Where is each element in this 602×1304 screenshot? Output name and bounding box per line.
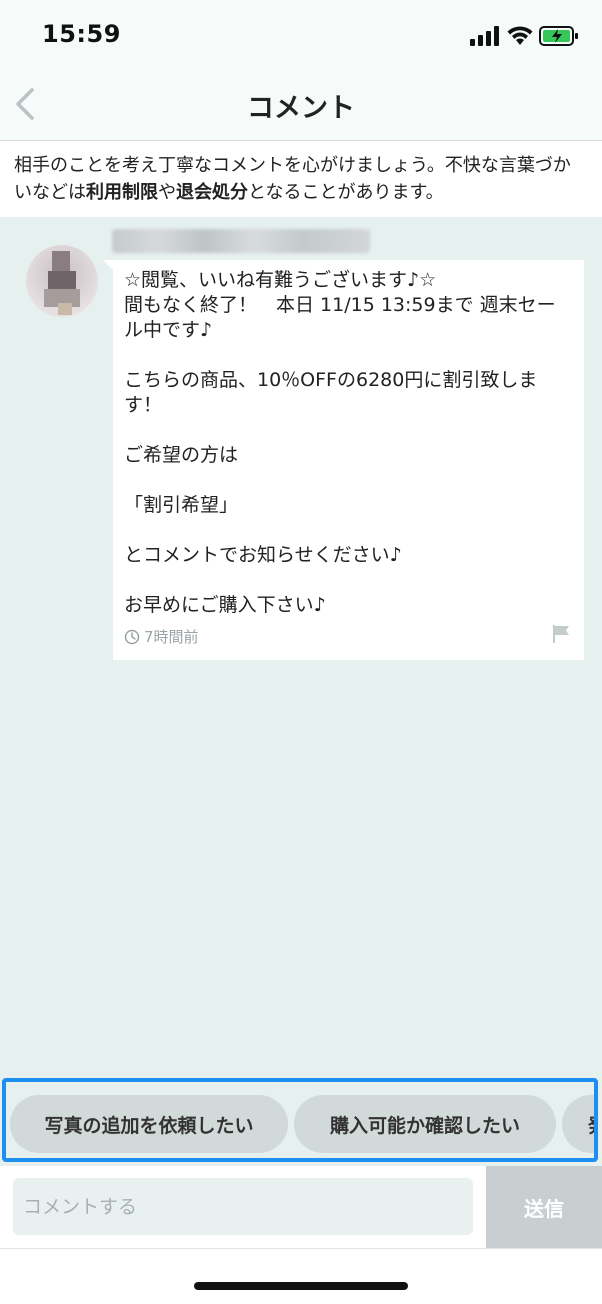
battery-icon (539, 26, 578, 46)
comment-input-bar: 送信 (0, 1166, 602, 1248)
notice-bold-usage-restriction: 利用制限 (86, 182, 158, 203)
quick-reply-confirm-purchase[interactable]: 購入可能か確認したい (294, 1095, 556, 1153)
clock-icon (124, 629, 140, 644)
wifi-icon (507, 26, 533, 45)
username-blurred (112, 229, 370, 253)
home-indicator-area (0, 1248, 602, 1304)
avatar[interactable] (26, 245, 98, 317)
signal-icon (470, 26, 499, 46)
notice-text-end: となることがあります。 (248, 182, 444, 203)
comment-timestamp: 7時間前 (124, 626, 199, 647)
notice-bold-withdrawal: 退会処分 (176, 182, 248, 203)
page-title: コメント (247, 93, 355, 124)
flag-icon[interactable] (550, 623, 572, 645)
comment-body: ☆閲覧、いいね有難うございます♪☆ 間もなく終了！ 本日 11/15 13:59… (124, 269, 556, 616)
notice-text-mid: や (158, 182, 176, 203)
quick-reply-request-photos[interactable]: 写真の追加を依頼したい (10, 1095, 288, 1153)
comment-bubble: ☆閲覧、いいね有難うございます♪☆ 間もなく終了！ 本日 11/15 13:59… (103, 260, 584, 660)
comment-guideline-notice: 相手のことを考え丁寧なコメントを心がけましょう。不快な言葉づかいなどは利用制限や… (0, 141, 602, 217)
quick-reply-bar: 写真の追加を依頼したい 購入可能か確認したい 発 (2, 1078, 598, 1162)
comment-thread: ☆閲覧、いいね有難うございます♪☆ 間もなく終了！ 本日 11/15 13:59… (0, 217, 602, 1077)
send-button[interactable]: 送信 (486, 1166, 602, 1248)
header-bar: コメント (0, 70, 602, 141)
quick-reply-partial[interactable]: 発 (562, 1095, 594, 1153)
comment-input[interactable] (13, 1178, 473, 1235)
status-bar: 15:59 (0, 0, 602, 70)
status-time: 15:59 (42, 20, 121, 48)
timestamp-text: 7時間前 (144, 628, 199, 646)
home-indicator[interactable] (194, 1282, 408, 1290)
